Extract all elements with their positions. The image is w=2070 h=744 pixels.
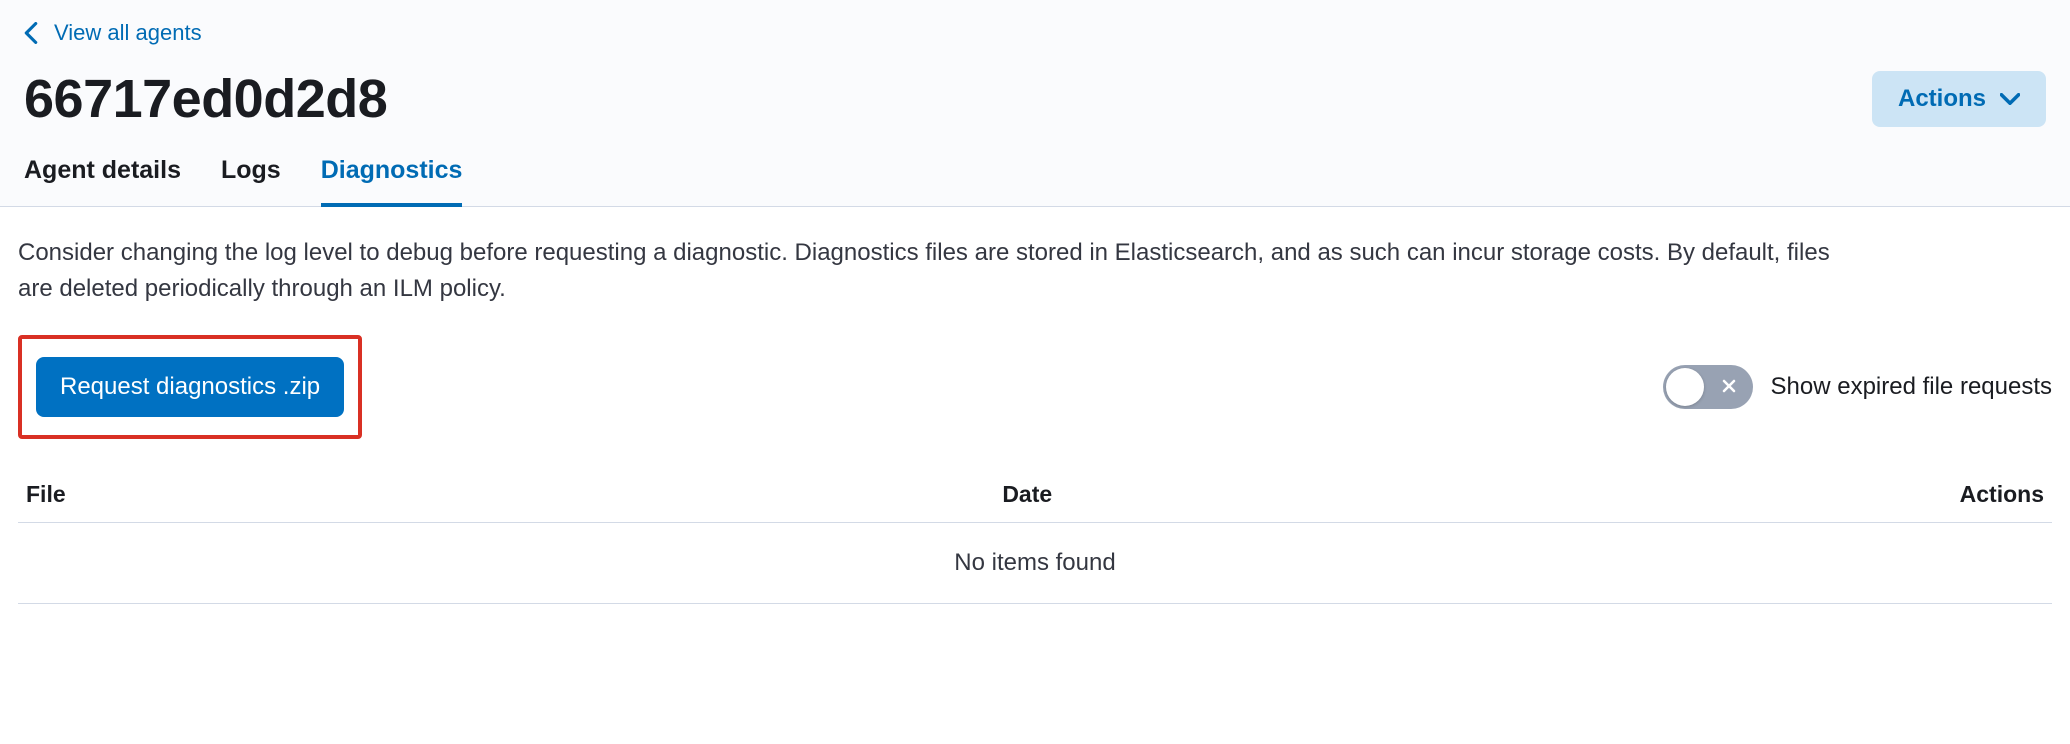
- empty-message: No items found: [18, 523, 2052, 604]
- table-empty-row: No items found: [18, 523, 2052, 604]
- tab-agent-details[interactable]: Agent details: [24, 148, 181, 207]
- tab-diagnostics[interactable]: Diagnostics: [321, 148, 463, 207]
- chevron-left-icon: [24, 22, 38, 44]
- tab-logs[interactable]: Logs: [221, 148, 281, 207]
- column-header-actions[interactable]: Actions: [1808, 467, 2052, 523]
- x-icon: [1721, 376, 1737, 398]
- tabs: Agent details Logs Diagnostics: [24, 148, 2046, 206]
- column-header-date[interactable]: Date: [994, 467, 1808, 523]
- show-expired-toggle[interactable]: [1663, 365, 1753, 409]
- actions-button-label: Actions: [1898, 85, 1986, 113]
- request-diagnostics-button[interactable]: Request diagnostics .zip: [36, 357, 344, 417]
- diagnostics-description: Consider changing the log level to debug…: [18, 235, 1858, 307]
- page-title: 66717ed0d2d8: [24, 68, 387, 130]
- chevron-down-icon: [2000, 93, 2020, 105]
- toggle-knob: [1666, 368, 1704, 406]
- actions-dropdown-button[interactable]: Actions: [1872, 71, 2046, 127]
- back-to-agents-link[interactable]: View all agents: [24, 20, 202, 46]
- highlight-box: Request diagnostics .zip: [18, 335, 362, 439]
- column-header-file[interactable]: File: [18, 467, 994, 523]
- back-link-label: View all agents: [54, 20, 202, 46]
- diagnostics-table: File Date Actions No items found: [18, 467, 2052, 604]
- show-expired-toggle-label: Show expired file requests: [1771, 373, 2052, 401]
